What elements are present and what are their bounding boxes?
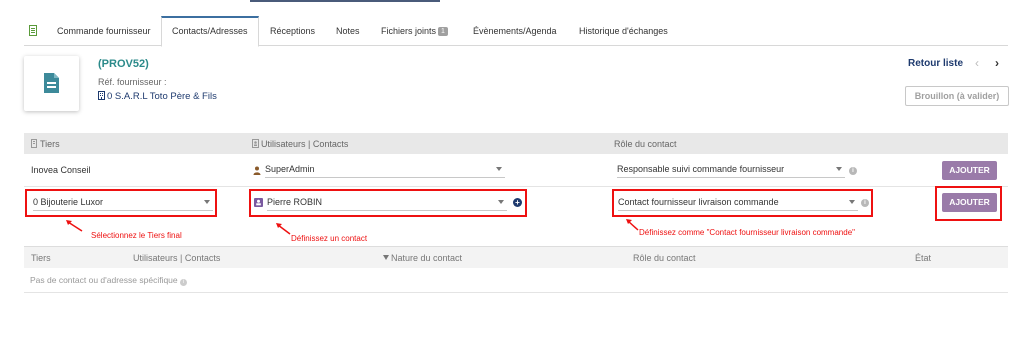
highlight-add-button <box>935 186 1002 221</box>
contact-form-header: Tiers Utilisateurs | Contacts Rôle du co… <box>24 133 1008 154</box>
row1-tiers: Inovea Conseil <box>31 165 91 175</box>
supplier-name: 0 S.A.R.L Toto Père & Fils <box>107 91 217 102</box>
previous-record-button[interactable]: ‹ <box>975 56 979 70</box>
highlight-tiers <box>25 189 217 217</box>
user-icon <box>252 139 259 148</box>
building-icon <box>31 139 37 148</box>
supplier-link[interactable]: 0 S.A.R.L Toto Père & Fils <box>98 91 217 102</box>
annotation-arrow <box>276 223 291 235</box>
sort-down-icon <box>383 255 389 260</box>
tab-fichiers-joints[interactable]: Fichiers joints 1 <box>371 16 458 46</box>
annotation-arrow <box>626 219 639 231</box>
info-icon: i <box>849 167 857 175</box>
top-accent-bar <box>250 0 440 2</box>
annotation-arrow <box>66 220 83 232</box>
back-to-list-link[interactable]: Retour liste <box>908 58 963 69</box>
building-icon <box>98 91 105 100</box>
row1-contact-value: SuperAdmin <box>265 164 315 174</box>
order-reference: (PROV52) <box>98 58 149 70</box>
col-tiers: Tiers <box>40 139 60 149</box>
tab-contacts-adresses[interactable]: Contacts/Adresses <box>161 16 259 47</box>
chevron-down-icon <box>836 167 842 171</box>
tab-fichiers-joints-label: Fichiers joints <box>381 26 437 36</box>
list-col-role[interactable]: Rôle du contact <box>633 253 696 263</box>
order-icon <box>29 25 37 36</box>
note-tiers: Sélectionnez le Tiers final <box>91 231 182 240</box>
order-logo <box>24 56 79 111</box>
info-icon: i <box>180 279 188 286</box>
top-strip <box>0 0 1024 6</box>
highlight-role <box>612 189 873 217</box>
col-users-contacts: Utilisateurs | Contacts <box>261 139 349 149</box>
row1-contact-select[interactable]: SuperAdmin <box>265 164 505 178</box>
empty-list-text: Pas de contact ou d'adresse spécifique <box>30 275 178 285</box>
list-col-users-contacts[interactable]: Utilisateurs | Contacts <box>133 253 220 263</box>
note-contact: Définissez un contact <box>291 234 368 243</box>
contacts-list-header: Tiers Utilisateurs | Contacts Nature du … <box>24 246 1008 268</box>
tab-historique-echanges[interactable]: Historique d'échanges <box>569 16 678 46</box>
document-icon <box>44 73 59 93</box>
user-icon <box>253 166 261 175</box>
chevron-down-icon <box>496 167 502 171</box>
list-col-tiers[interactable]: Tiers <box>31 253 51 263</box>
list-col-nature[interactable]: Nature du contact <box>391 253 462 263</box>
list-bottom-divider <box>24 292 1008 293</box>
row1-add-button[interactable]: AJOUTER <box>942 161 997 180</box>
list-col-state[interactable]: État <box>915 253 931 263</box>
tab-commande-fournisseur[interactable]: Commande fournisseur <box>47 16 161 46</box>
tab-bar: Commande fournisseur Contacts/Adresses R… <box>24 16 1008 47</box>
highlight-contact <box>249 189 527 217</box>
tab-notes[interactable]: Notes <box>326 16 370 46</box>
tab-evenements-agenda[interactable]: Évènements/Agenda <box>463 16 567 46</box>
status-draft-button[interactable]: Brouillon (à valider) <box>905 86 1009 106</box>
col-role: Rôle du contact <box>614 139 677 149</box>
row1-role-select[interactable]: Responsable suivi commande fournisseur <box>617 164 845 178</box>
next-record-button[interactable]: › <box>995 56 999 70</box>
supplier-ref-label: Réf. fournisseur : <box>98 77 167 87</box>
empty-list-message: Pas de contact ou d'adresse spécifique i <box>30 275 188 286</box>
tab-receptions[interactable]: Réceptions <box>260 16 325 46</box>
row1-role-value: Responsable suivi commande fournisseur <box>617 164 785 174</box>
row-divider <box>24 186 1008 187</box>
files-count-badge: 1 <box>438 27 448 36</box>
note-role: Définissez comme "Contact fournisseur li… <box>639 228 855 237</box>
